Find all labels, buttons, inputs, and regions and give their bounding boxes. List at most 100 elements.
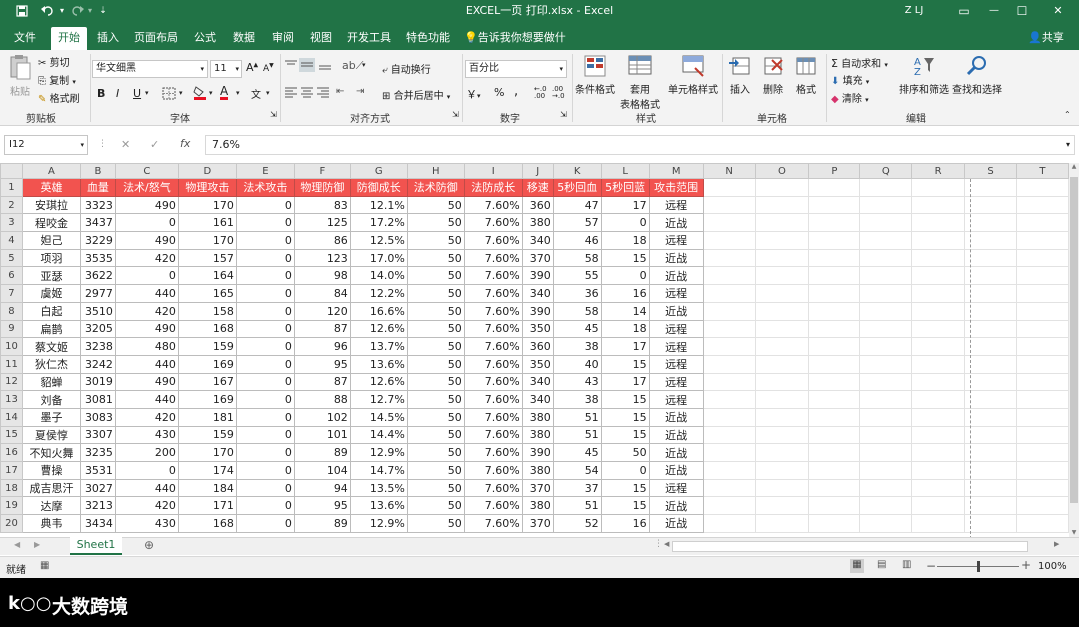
row-header[interactable]: 20 [0,514,23,533]
page-layout-view-icon[interactable]: ▤ [877,559,886,570]
italic-button[interactable]: I [116,87,119,100]
table-cell[interactable]: 0 [235,248,295,268]
table-cell[interactable]: 40 [552,354,602,374]
currency-button[interactable]: ￥▾ [466,86,481,102]
alignment-dialog-launcher-icon[interactable]: ⇲ [452,110,459,119]
table-cell[interactable]: 夏侯惇 [21,425,81,445]
table-cell[interactable]: 3213 [79,496,116,516]
vertical-scrollbar[interactable]: ▲ ▼ [1069,163,1079,537]
table-cell[interactable]: 0 [235,478,295,498]
tab-review[interactable]: 审阅 [266,27,300,50]
empty-cell[interactable] [911,390,966,409]
empty-cell[interactable] [859,178,913,197]
table-cell[interactable]: 7.60% [463,390,523,409]
table-cell[interactable]: 58 [552,248,602,268]
empty-cell[interactable] [859,443,913,462]
empty-cell[interactable] [754,337,810,356]
table-cell[interactable]: 0 [114,461,179,480]
empty-cell[interactable] [859,284,913,303]
empty-cell[interactable] [1015,301,1069,321]
empty-cell[interactable] [911,496,966,516]
tab-page-layout[interactable]: 页面布局 [130,27,182,50]
table-cell[interactable]: 170 [177,195,237,215]
align-right-icon[interactable] [316,86,330,98]
table-cell[interactable]: 7.60% [463,354,523,374]
table-cell[interactable]: 白起 [21,301,81,321]
empty-cell[interactable] [1015,284,1069,303]
row-header[interactable]: 15 [0,425,23,445]
table-cell[interactable]: 184 [177,478,237,498]
column-header-C[interactable]: C [114,163,179,179]
table-cell[interactable]: 165 [177,284,237,303]
table-cell[interactable]: 0 [235,407,295,427]
table-cell[interactable]: 12.7% [349,390,408,409]
empty-cell[interactable] [1015,514,1069,533]
table-cell[interactable]: 16.6% [349,301,408,321]
table-cell[interactable]: 成吉思汗 [21,478,81,498]
table-cell[interactable]: 57 [552,213,602,233]
table-cell[interactable]: 18 [600,319,650,339]
column-header-S[interactable]: S [964,163,1017,179]
scroll-sheets-right-icon[interactable]: ▶ [34,540,40,549]
empty-cell[interactable] [911,301,966,321]
empty-cell[interactable] [859,354,913,374]
table-cell[interactable]: 7.60% [463,284,523,303]
table-cell[interactable]: 16 [600,284,650,303]
tab-view[interactable]: 视图 [304,27,338,50]
empty-cell[interactable] [911,213,966,233]
empty-cell[interactable] [964,248,1017,268]
table-cell[interactable]: 51 [552,407,602,427]
empty-cell[interactable] [808,496,861,516]
font-size-combo[interactable]: 11 ▾ [210,60,242,78]
empty-cell[interactable] [702,178,756,197]
empty-cell[interactable] [702,284,756,303]
empty-cell[interactable] [964,337,1017,356]
table-cell[interactable]: 17 [600,372,650,392]
decrease-decimal-icon[interactable]: .00 →.0 [552,86,565,100]
table-cell[interactable]: 87 [293,372,351,392]
orientation-dropdown-icon[interactable]: ▾ [362,61,366,69]
empty-cell[interactable] [754,407,810,427]
autosum-button[interactable]: Σ 自动求和 ▾ [831,55,888,70]
phonetic-dropdown-icon[interactable]: ▾ [266,89,270,97]
collapse-ribbon-icon[interactable]: ⌃ [1064,110,1071,119]
empty-cell[interactable] [808,248,861,268]
table-cell[interactable]: 370 [521,478,554,498]
table-cell[interactable]: 远程 [648,390,704,409]
table-cell[interactable]: 0 [235,461,295,480]
worksheet-grid[interactable]: A B C D E F G H I J K L M N O P Q R S T 1 英雄 血量 法术/怒气 物理攻击 法术攻击 物理… [0,163,1069,537]
empty-cell[interactable] [754,231,810,250]
page-break-view-icon[interactable]: ▥ [902,559,911,570]
empty-cell[interactable] [911,319,966,339]
column-header-R[interactable]: R [911,163,966,179]
empty-cell[interactable] [964,195,1017,215]
table-cell[interactable]: 158 [177,301,237,321]
table-cell[interactable]: 安琪拉 [21,195,81,215]
empty-cell[interactable] [808,407,861,427]
empty-cell[interactable] [808,337,861,356]
table-cell[interactable]: 刘备 [21,390,81,409]
macro-record-icon[interactable]: ▦ [40,560,49,571]
table-cell[interactable]: 0 [114,213,179,233]
zoom-in-button[interactable]: + [1021,558,1031,572]
table-cell[interactable]: 0 [235,372,295,392]
table-cell[interactable]: 不知火舞 [21,443,81,462]
table-cell[interactable]: 近战 [648,514,704,533]
table-cell[interactable]: 墨子 [21,407,81,427]
table-cell[interactable]: 近战 [648,248,704,268]
table-cell[interactable]: 58 [552,301,602,321]
empty-cell[interactable] [1015,407,1069,427]
table-cell[interactable]: 近战 [648,407,704,427]
table-cell[interactable]: 3229 [79,231,116,250]
enter-icon[interactable]: ✓ [150,138,159,151]
borders-icon[interactable] [162,87,176,100]
table-header-cell[interactable]: 5秒回血 [552,178,602,197]
table-cell[interactable]: 50 [406,319,465,339]
empty-cell[interactable] [964,319,1017,339]
table-cell[interactable]: 168 [177,514,237,533]
empty-cell[interactable] [702,478,756,498]
empty-cell[interactable] [808,319,861,339]
table-cell[interactable]: 3081 [79,390,116,409]
table-cell[interactable]: 程咬金 [21,213,81,233]
table-cell[interactable]: 380 [521,407,554,427]
